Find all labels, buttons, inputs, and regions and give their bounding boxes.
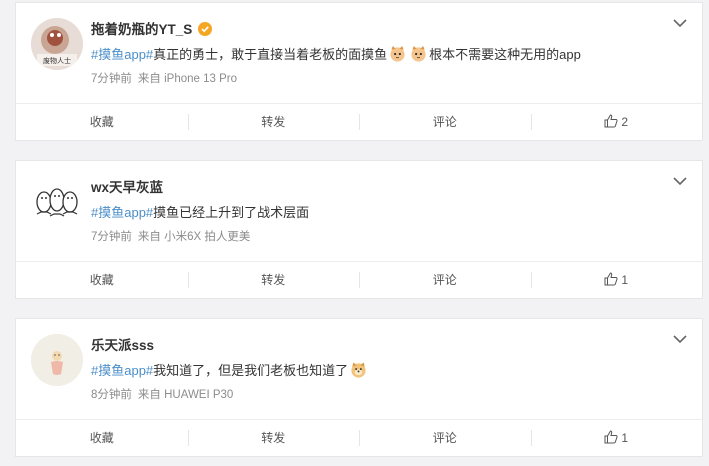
comment-body: 摸鱼已经上升到了战术层面: [153, 205, 310, 220]
action-bar: 收藏 转发 评论 2: [16, 103, 702, 140]
user-name-text[interactable]: 拖着奶瓶的YT_S: [91, 22, 192, 37]
comment-text: #摸鱼app#我知道了，但是我们老板也知道了: [91, 361, 369, 381]
comment-body: 真正的勇士，敢于直接当着老板的面摸鱼: [153, 47, 388, 62]
action-bar: 收藏 转发 评论 1: [16, 261, 702, 298]
timestamp: 7分钟前: [91, 231, 132, 243]
comment-text: #摸鱼app#真正的勇士，敢于直接当着老板的面摸鱼 根本不需要这种无用的app: [91, 45, 581, 65]
comment-button[interactable]: 评论: [359, 271, 531, 289]
hashtag-link[interactable]: #摸鱼app#: [91, 363, 153, 378]
avatar-caption: 废物人士: [43, 56, 71, 65]
comment-button[interactable]: 评论: [359, 113, 531, 131]
cat-emoji-icon: [411, 45, 426, 62]
comment-card: wx天早灰蓝 #摸鱼app#摸鱼已经上升到了战术层面 7分钟前 来自 小米6X 拍…: [15, 160, 703, 299]
user-name-text[interactable]: 乐天派sss: [91, 338, 154, 353]
comment-button[interactable]: 评论: [359, 429, 531, 447]
comment-body-after: 根本不需要这种无用的app: [429, 47, 581, 62]
thumbs-up-icon: [604, 272, 618, 286]
comment-meta: 7分钟前 来自 小米6X 拍人更美: [91, 229, 250, 245]
action-bar: 收藏 转发 评论 1: [16, 419, 702, 456]
timestamp: 7分钟前: [91, 73, 132, 85]
avatar[interactable]: 废物人士: [31, 18, 83, 70]
comment-meta: 7分钟前 来自 iPhone 13 Pro: [91, 71, 237, 87]
comment-feed: 废物人士 拖着奶瓶的YT_S #摸鱼app#真正的勇士，敢于直接当着老板的面摸鱼…: [0, 0, 709, 466]
doge-emoji-icon: [351, 362, 366, 378]
avatar[interactable]: [31, 176, 83, 228]
verified-badge-icon: [198, 22, 213, 36]
like-count: 2: [621, 115, 629, 129]
repost-button[interactable]: 转发: [187, 113, 360, 131]
hashtag-link[interactable]: #摸鱼app#: [91, 205, 153, 220]
comment-text: #摸鱼app#摸鱼已经上升到了战术层面: [91, 203, 309, 223]
timestamp: 8分钟前: [91, 389, 132, 401]
cat-emoji-icon: [390, 45, 405, 62]
chevron-down-icon[interactable]: [672, 175, 688, 187]
device-source: 来自 HUAWEI P30: [137, 389, 234, 401]
hashtag-link[interactable]: #摸鱼app#: [91, 47, 153, 62]
like-count: 1: [621, 273, 629, 287]
avatar[interactable]: [31, 334, 83, 386]
collect-button[interactable]: 收藏: [16, 429, 188, 447]
user-name[interactable]: 乐天派sss: [91, 336, 154, 356]
user-name[interactable]: 拖着奶瓶的YT_S: [91, 20, 213, 40]
chevron-down-icon[interactable]: [672, 333, 688, 345]
like-button[interactable]: 2: [530, 113, 703, 131]
repost-button[interactable]: 转发: [187, 429, 360, 447]
collect-button[interactable]: 收藏: [16, 271, 188, 289]
device-source: 来自 小米6X 拍人更美: [137, 231, 251, 243]
comment-card: 废物人士 拖着奶瓶的YT_S #摸鱼app#真正的勇士，敢于直接当着老板的面摸鱼…: [15, 2, 703, 141]
device-source: 来自 iPhone 13 Pro: [137, 73, 237, 85]
repost-button[interactable]: 转发: [187, 271, 360, 289]
like-count: 1: [621, 431, 629, 445]
user-name[interactable]: wx天早灰蓝: [91, 178, 163, 198]
thumbs-up-icon: [604, 430, 618, 444]
user-name-text[interactable]: wx天早灰蓝: [91, 180, 163, 195]
like-button[interactable]: 1: [530, 271, 703, 289]
chevron-down-icon[interactable]: [672, 17, 688, 29]
comment-meta: 8分钟前 来自 HUAWEI P30: [91, 387, 233, 403]
collect-button[interactable]: 收藏: [16, 113, 188, 131]
thumbs-up-icon: [604, 114, 618, 128]
like-button[interactable]: 1: [530, 429, 703, 447]
comment-body: 我知道了，但是我们老板也知道了: [153, 363, 349, 378]
comment-card: 乐天派sss #摸鱼app#我知道了，但是我们老板也知道了 8分钟前 来自 HUA…: [15, 318, 703, 457]
